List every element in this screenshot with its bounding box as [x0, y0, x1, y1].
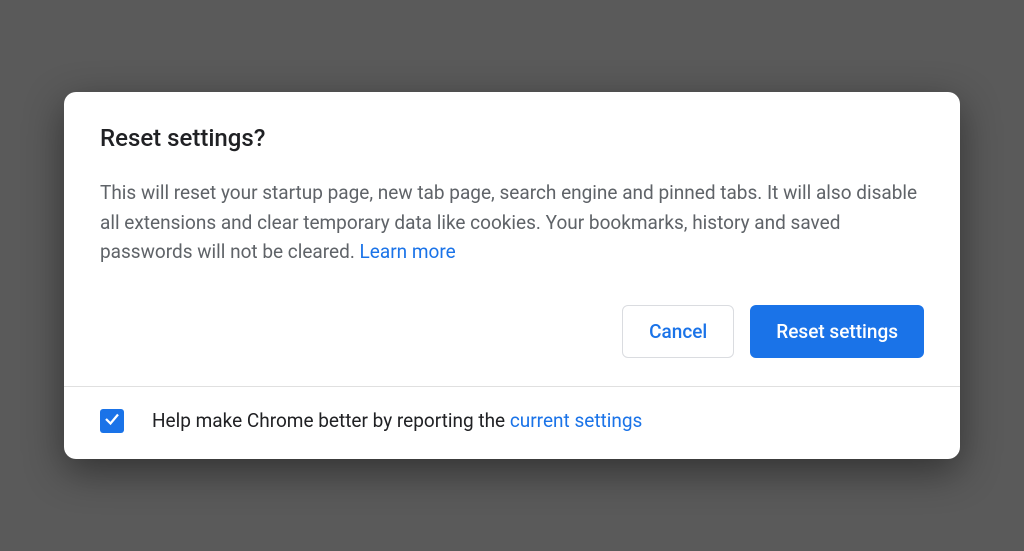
reset-settings-dialog: Reset settings? This will reset your sta…	[64, 92, 960, 458]
reset-settings-button[interactable]: Reset settings	[750, 305, 924, 358]
learn-more-link[interactable]: Learn more	[360, 240, 456, 263]
description-text: This will reset your startup page, new t…	[100, 181, 917, 263]
button-row: Cancel Reset settings	[100, 305, 924, 358]
cancel-button[interactable]: Cancel	[622, 305, 734, 358]
report-settings-checkbox[interactable]	[100, 409, 124, 433]
dialog-footer: Help make Chrome better by reporting the…	[64, 386, 960, 459]
checkmark-icon	[103, 410, 121, 432]
footer-prefix: Help make Chrome better by reporting the	[152, 409, 510, 432]
footer-text: Help make Chrome better by reporting the…	[152, 409, 642, 432]
dialog-body: Reset settings? This will reset your sta…	[64, 92, 960, 385]
dialog-description: This will reset your startup page, new t…	[100, 178, 924, 266]
dialog-title: Reset settings?	[100, 124, 924, 152]
current-settings-link[interactable]: current settings	[510, 409, 643, 432]
